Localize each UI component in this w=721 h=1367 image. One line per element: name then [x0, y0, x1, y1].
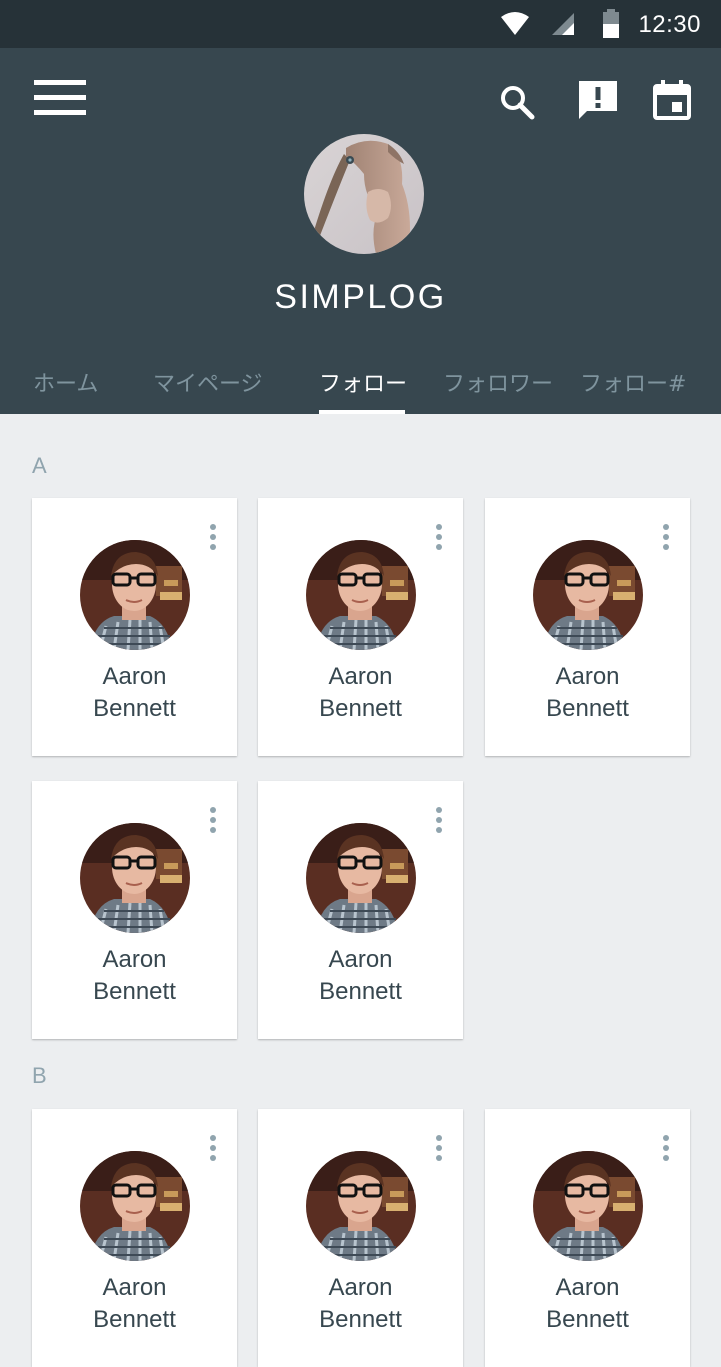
user-avatar-image: [306, 1151, 416, 1261]
user-avatar: [533, 1151, 643, 1261]
wifi-icon: [500, 11, 530, 42]
user-first-name: Aaron: [555, 663, 620, 690]
tab-mypage[interactable]: マイページ: [153, 366, 263, 398]
user-name: Aaron Bennett: [485, 661, 690, 725]
user-name: Aaron Bennett: [258, 944, 463, 1008]
status-time: 12:30: [638, 11, 701, 38]
calendar-icon: [653, 79, 691, 125]
user-first-name: Aaron: [102, 663, 167, 690]
feedback-button[interactable]: [570, 74, 626, 130]
app-header: SIMPLOG ホーム マイページ フォロー フォロワー フォロー#: [0, 48, 721, 414]
user-first-name: Aaron: [328, 663, 393, 690]
section-header-b: B: [32, 1063, 47, 1088]
user-name: Aaron Bennett: [32, 661, 237, 725]
app-title: SIMPLOG: [274, 278, 447, 316]
user-last-name: Bennett: [546, 1306, 629, 1333]
user-avatar-image: [306, 540, 416, 650]
more-vert-icon[interactable]: [654, 1135, 678, 1161]
user-name: Aaron Bennett: [258, 661, 463, 725]
user-first-name: Aaron: [555, 1274, 620, 1301]
user-last-name: Bennett: [93, 1306, 176, 1333]
user-name: Aaron Bennett: [32, 1272, 237, 1336]
user-card[interactable]: Aaron Bennett: [485, 498, 690, 756]
more-vert-icon[interactable]: [427, 1135, 451, 1161]
user-card[interactable]: Aaron Bennett: [258, 498, 463, 756]
user-first-name: Aaron: [328, 946, 393, 973]
user-last-name: Bennett: [319, 978, 402, 1005]
calendar-button[interactable]: [644, 74, 700, 130]
profile-avatar-image: [304, 134, 424, 254]
signal-icon: [550, 11, 576, 42]
menu-button[interactable]: [32, 72, 88, 128]
feedback-icon: [577, 79, 619, 126]
user-avatar: [80, 1151, 190, 1261]
user-avatar: [80, 540, 190, 650]
user-card[interactable]: Aaron Bennett: [258, 1109, 463, 1367]
tab-bar: ホーム マイページ フォロー フォロワー フォロー#: [0, 356, 721, 414]
more-vert-icon[interactable]: [654, 524, 678, 550]
user-avatar: [306, 1151, 416, 1261]
more-vert-icon[interactable]: [427, 524, 451, 550]
status-bar: 12:30: [0, 0, 721, 48]
user-avatar-image: [306, 823, 416, 933]
user-card[interactable]: Aaron Bennett: [485, 1109, 690, 1367]
user-avatar: [306, 540, 416, 650]
active-tab-indicator: [319, 410, 405, 414]
user-card[interactable]: Aaron Bennett: [32, 781, 237, 1039]
user-first-name: Aaron: [328, 1274, 393, 1301]
menu-icon: [34, 79, 86, 121]
user-card[interactable]: Aaron Bennett: [32, 1109, 237, 1367]
user-avatar: [533, 540, 643, 650]
user-avatar-image: [533, 540, 643, 650]
user-first-name: Aaron: [102, 1274, 167, 1301]
user-first-name: Aaron: [102, 946, 167, 973]
user-card[interactable]: Aaron Bennett: [258, 781, 463, 1039]
profile-avatar[interactable]: [304, 134, 424, 254]
more-vert-icon[interactable]: [201, 807, 225, 833]
tab-home[interactable]: ホーム: [33, 366, 98, 398]
more-vert-icon[interactable]: [201, 524, 225, 550]
user-avatar: [306, 823, 416, 933]
tab-follow-hashtag[interactable]: フォロー#: [580, 366, 686, 398]
user-avatar-image: [533, 1151, 643, 1261]
user-avatar-image: [80, 540, 190, 650]
user-name: Aaron Bennett: [258, 1272, 463, 1336]
user-last-name: Bennett: [93, 695, 176, 722]
user-last-name: Bennett: [546, 695, 629, 722]
tab-followers[interactable]: フォロワー: [443, 366, 553, 398]
user-last-name: Bennett: [93, 978, 176, 1005]
user-last-name: Bennett: [319, 695, 402, 722]
more-vert-icon[interactable]: [201, 1135, 225, 1161]
section-header-a: A: [32, 453, 47, 478]
user-avatar-image: [80, 1151, 190, 1261]
user-card[interactable]: Aaron Bennett: [32, 498, 237, 756]
tab-follow[interactable]: フォロー: [319, 366, 407, 398]
user-name: Aaron Bennett: [32, 944, 237, 1008]
battery-icon: [602, 9, 620, 44]
user-last-name: Bennett: [319, 1306, 402, 1333]
search-icon: [499, 84, 535, 125]
search-button[interactable]: [489, 76, 545, 132]
user-name: Aaron Bennett: [485, 1272, 690, 1336]
more-vert-icon[interactable]: [427, 807, 451, 833]
user-avatar: [80, 823, 190, 933]
user-avatar-image: [80, 823, 190, 933]
